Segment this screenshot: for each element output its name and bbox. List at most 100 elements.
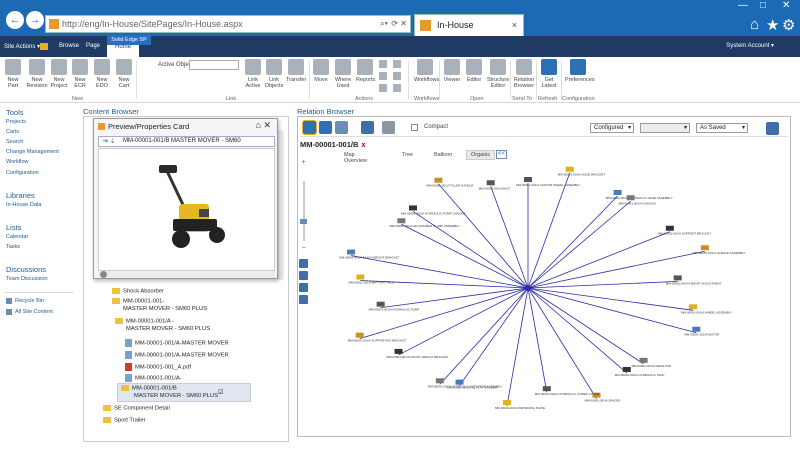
part-node-label[interactable]: MM-00001-001/A HYDRAULIC ACTUATOR ASSEMB… xyxy=(428,384,503,388)
part-node-icon[interactable] xyxy=(408,205,417,211)
folder-icon[interactable] xyxy=(40,43,48,50)
nav-tasks[interactable]: Tasks xyxy=(6,244,20,250)
tree-item[interactable]: MM-00001-001/A-MASTER MOVER xyxy=(125,351,229,359)
part-node-label[interactable]: MM-00001-001/A ADJUSTABLE CLAMP ASSEMBLY xyxy=(389,224,460,228)
part-node-label[interactable]: MM-00001-001/A BATTERY PACK xyxy=(348,281,394,285)
part-node-icon[interactable] xyxy=(435,378,444,384)
part-node-icon[interactable] xyxy=(486,180,495,186)
part-node-label[interactable]: MM-00001-001/A MOTOR xyxy=(684,333,720,337)
move-button[interactable]: Move xyxy=(313,59,329,83)
link-objects-button[interactable]: Link Objects xyxy=(264,59,284,89)
part-node-icon[interactable] xyxy=(626,195,635,201)
list-layout-icon[interactable] xyxy=(335,121,348,134)
tree-item[interactable]: Shock Absorber xyxy=(112,288,164,295)
tree-item[interactable]: MM-00001-001/B xyxy=(121,385,177,392)
tab-tree[interactable]: Tree xyxy=(402,152,413,158)
copy-icon[interactable] xyxy=(379,60,387,68)
select-icon[interactable] xyxy=(299,271,308,280)
favorites-icon[interactable]: ★ xyxy=(766,16,779,34)
new-ecr-button[interactable]: New ECR xyxy=(72,59,88,89)
part-node-label[interactable]: MM-00001-001/A HOSE BRACKET xyxy=(558,173,606,177)
structure-editor-button[interactable]: Structure Editor xyxy=(487,59,509,89)
part-node-icon[interactable] xyxy=(502,400,511,406)
part-node-label[interactable]: MM-00001-001/A MULTI WEIGHT BRACKET xyxy=(339,256,400,260)
close-button[interactable]: ✕ xyxy=(782,0,790,11)
delete-icon[interactable] xyxy=(379,84,387,92)
home-icon[interactable]: ⌂ xyxy=(750,16,759,33)
expand-icon[interactable] xyxy=(100,271,107,278)
tree-layout-icon[interactable] xyxy=(319,121,332,134)
zoom-out-button[interactable]: − xyxy=(299,245,308,252)
tab-in-house[interactable]: In-House × xyxy=(414,14,524,36)
libraries-header[interactable]: Libraries xyxy=(6,191,35,200)
part-node-label[interactable]: MM-00001-001/A CHASSIS xyxy=(619,201,656,205)
tab-page[interactable]: Page xyxy=(86,43,100,49)
part-node-label[interactable]: MM-00001-001/A WEAR PAD xyxy=(632,364,672,368)
part-node-icon[interactable] xyxy=(524,177,532,182)
revision-rule-select[interactable]: As Saved xyxy=(696,123,748,133)
tree-item[interactable]: MM-00001-001/A-MASTER MOVER xyxy=(125,339,229,347)
cancel-icon[interactable] xyxy=(393,84,401,92)
nav-in-house-data[interactable]: In-House Data xyxy=(6,202,41,208)
viewer-button[interactable]: Viewer xyxy=(443,59,461,83)
back-button[interactable]: ← xyxy=(6,11,24,29)
forward-button[interactable]: → xyxy=(26,11,44,29)
reports-button[interactable]: Reports xyxy=(356,59,375,83)
compact-checkbox[interactable] xyxy=(411,124,418,131)
pan-icon[interactable] xyxy=(299,259,308,268)
part-node-icon[interactable] xyxy=(542,386,551,392)
part-node-label[interactable]: MM-00001-001/A BOLT xyxy=(479,186,511,190)
tree-item[interactable]: MM-00001-001/A - xyxy=(115,318,174,325)
tab-balloon[interactable]: Balloon xyxy=(434,152,452,158)
lists-header[interactable]: Lists xyxy=(6,223,21,232)
new-edo-button[interactable]: New EDO xyxy=(94,59,110,89)
tools-header[interactable]: Tools xyxy=(6,108,24,117)
part-node-label[interactable]: MM-00001-001/A WHEEL ASSEMBLY xyxy=(681,310,732,314)
tab-organic[interactable]: Organic xyxy=(466,150,496,160)
part-node-icon[interactable] xyxy=(665,225,674,231)
checkbox[interactable]: ☑ xyxy=(218,390,223,397)
relation-browser-button[interactable]: Relation Browser xyxy=(513,59,535,89)
part-node-label[interactable]: MM-00001-001/A SUPPORT BRACKET xyxy=(658,232,711,236)
fit-view-icon[interactable] xyxy=(766,122,779,135)
new-part-button[interactable]: New Part xyxy=(4,59,22,89)
site-actions-menu[interactable]: Site Actions ▾ xyxy=(4,43,40,50)
part-node-icon[interactable] xyxy=(356,274,365,280)
collapse-button[interactable]: << xyxy=(496,150,507,159)
tools-icon[interactable]: ⚙ xyxy=(782,16,795,34)
tree-item[interactable]: Sport Trailer xyxy=(103,417,146,424)
part-node-label[interactable]: MM-00001-001/A SPACER xyxy=(584,399,621,403)
nav-recycle-bin[interactable]: Recycle Bin xyxy=(15,298,44,304)
part-node-label[interactable]: MM-00001-001/A CASTOR WHEEL ASSEMBLY xyxy=(516,183,580,187)
part-node-label[interactable]: MM-00001-001/A HYDRAULIC PUMP xyxy=(369,308,420,312)
part-node-label[interactable]: MM-00001-001/A HANDLE ASSEMBLY xyxy=(693,251,746,255)
maximize-button[interactable]: □ xyxy=(760,0,766,11)
relation-item-close[interactable]: x xyxy=(361,140,365,149)
part-node-icon[interactable] xyxy=(692,326,701,332)
nav-team-discussion[interactable]: Team Discussion xyxy=(6,276,48,282)
relation-item-tab[interactable]: MM-00001-001/B x xyxy=(300,140,366,149)
root-node[interactable] xyxy=(525,285,531,291)
part-node-label[interactable]: MM-00001-001/A RETAINING PLATE xyxy=(495,406,545,410)
part-node-label[interactable]: MM-00001-001/A HEIGHT ADJUSTMENT xyxy=(666,281,722,285)
where-used-button[interactable]: Where Used xyxy=(333,59,353,89)
search-icon[interactable]: ⌕▾ xyxy=(380,16,388,32)
discussions-header[interactable]: Discussions xyxy=(6,265,46,274)
refresh-icon[interactable]: ⟳ xyxy=(391,16,398,32)
part-node-label[interactable]: MM-00001-001/A HYDRAULIC HOSE ASSEMBLY xyxy=(606,196,673,200)
nav-configuration[interactable]: Configuration xyxy=(6,170,39,176)
link-active-button[interactable]: Link Active xyxy=(244,59,262,89)
part-node-label[interactable]: MM-00001-001/A TILLER HANDLE xyxy=(426,184,473,188)
system-account-menu[interactable]: System Account ▾ xyxy=(726,42,774,49)
nav-workflow[interactable]: Workflow xyxy=(6,159,29,165)
new-project-button[interactable]: New Project xyxy=(50,59,68,89)
tab-browse[interactable]: Browse xyxy=(59,43,79,49)
zoom-in-button[interactable]: + xyxy=(299,159,308,166)
zoom-thumb[interactable] xyxy=(300,219,307,224)
nav-calendar[interactable]: Calendar xyxy=(6,234,28,240)
part-node-icon[interactable] xyxy=(565,166,574,172)
workflows-button[interactable]: Workflows xyxy=(414,59,439,83)
stop-icon[interactable]: ✕ xyxy=(400,16,407,32)
nav-projects[interactable]: Projects xyxy=(6,119,26,125)
export-icon[interactable] xyxy=(393,72,401,80)
